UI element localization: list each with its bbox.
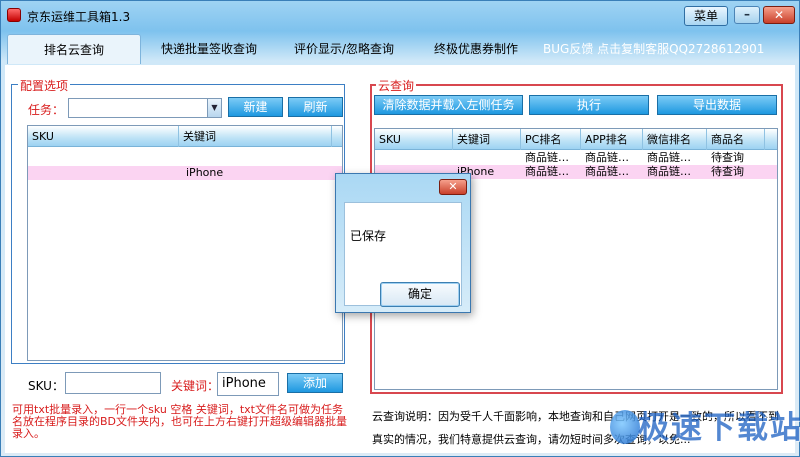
- cell-wechat-rank: 商品链…: [647, 151, 691, 164]
- tab-review-query[interactable]: 评价显示/忽略查询: [281, 34, 407, 64]
- tab-bar: 排名云查询 快递批量签收查询 评价显示/忽略查询 终极优惠券制作 BUG反馈 点…: [5, 31, 797, 65]
- menu-button[interactable]: 菜单: [684, 6, 728, 26]
- close-button[interactable]: ✕: [763, 6, 795, 24]
- keyword-input[interactable]: iPhone: [217, 372, 279, 396]
- cell-wechat-rank: 商品链…: [647, 165, 691, 178]
- cell-app-rank: 商品链…: [585, 151, 629, 164]
- window-title: 京东运维工具箱1.3: [27, 10, 131, 24]
- cell-product-name: 待查询: [711, 151, 744, 164]
- batch-import-note: 可用txt批量录入，一行一个sku 空格 关键词，txt文件名可做为任务名放在程…: [12, 403, 348, 440]
- result-table-header: SKU 关键词 PC排名 APP排名 微信排名 商品名: [375, 129, 777, 150]
- task-table-header: SKU 关键词: [28, 126, 342, 147]
- column-header-product-name[interactable]: 商品名: [707, 129, 765, 150]
- sku-label: SKU：: [28, 379, 64, 393]
- title-bar: 京东运维工具箱1.3 菜单 – ✕: [1, 1, 800, 31]
- table-row[interactable]: 商品链… 商品链… 商品链… 待查询: [375, 151, 777, 165]
- column-header-pc-rank[interactable]: PC排名: [521, 129, 581, 150]
- cell-pc-rank: 商品链…: [525, 151, 569, 164]
- column-header-wechat-rank[interactable]: 微信排名: [643, 129, 707, 150]
- sku-input[interactable]: [65, 372, 161, 394]
- app-logo-icon: [7, 8, 21, 22]
- tab-rank-cloud-query[interactable]: 排名云查询: [7, 34, 141, 64]
- cloud-query-title: 云查询: [376, 77, 417, 94]
- column-header-sku[interactable]: SKU: [375, 129, 453, 150]
- task-label: 任务：: [28, 103, 65, 117]
- table-row[interactable]: iPhone: [28, 166, 342, 180]
- cell-product-name: 待查询: [711, 165, 744, 178]
- keyword-label: 关键词：: [171, 379, 220, 393]
- cell-sku: [32, 166, 172, 180]
- cell-sku: [379, 151, 451, 165]
- cell-pc-rank: 商品链…: [525, 165, 569, 178]
- add-button[interactable]: 添加: [287, 373, 343, 393]
- column-header-keyword[interactable]: 关键词: [179, 126, 332, 147]
- cell-keyword: [457, 151, 521, 165]
- new-task-button[interactable]: 新建: [228, 97, 283, 117]
- clear-and-load-button[interactable]: 清除数据并载入左侧任务: [374, 95, 523, 115]
- column-header-keyword[interactable]: 关键词: [453, 129, 521, 150]
- dialog-message: 已保存: [350, 229, 387, 243]
- cell-keyword: iPhone: [186, 166, 224, 179]
- watermark-logo-icon: [610, 410, 640, 444]
- minimize-button[interactable]: –: [734, 6, 760, 24]
- tab-coupon-maker[interactable]: 终极优惠券制作: [417, 34, 535, 64]
- config-group-title: 配置选项: [18, 77, 71, 94]
- column-header-app-rank[interactable]: APP排名: [581, 129, 643, 150]
- column-header-sku[interactable]: SKU: [28, 126, 179, 147]
- task-select[interactable]: ▼: [68, 98, 222, 118]
- task-table: SKU 关键词 iPhone: [27, 125, 343, 361]
- refresh-button[interactable]: 刷新: [288, 97, 343, 117]
- ok-button[interactable]: 确定: [380, 282, 460, 307]
- chevron-down-icon[interactable]: ▼: [207, 99, 221, 117]
- watermark: 极速下载站: [610, 408, 800, 450]
- dialog-close-button[interactable]: ✕: [439, 179, 467, 195]
- cell-app-rank: 商品链…: [585, 165, 629, 178]
- export-button[interactable]: 导出数据: [657, 95, 777, 115]
- tab-express-batch-query[interactable]: 快递批量签收查询: [147, 34, 271, 64]
- run-button[interactable]: 执行: [529, 95, 649, 115]
- bug-feedback-link[interactable]: BUG反馈 点击复制客服QQ2728612901: [543, 40, 764, 57]
- watermark-text: 极速下载站: [638, 410, 800, 446]
